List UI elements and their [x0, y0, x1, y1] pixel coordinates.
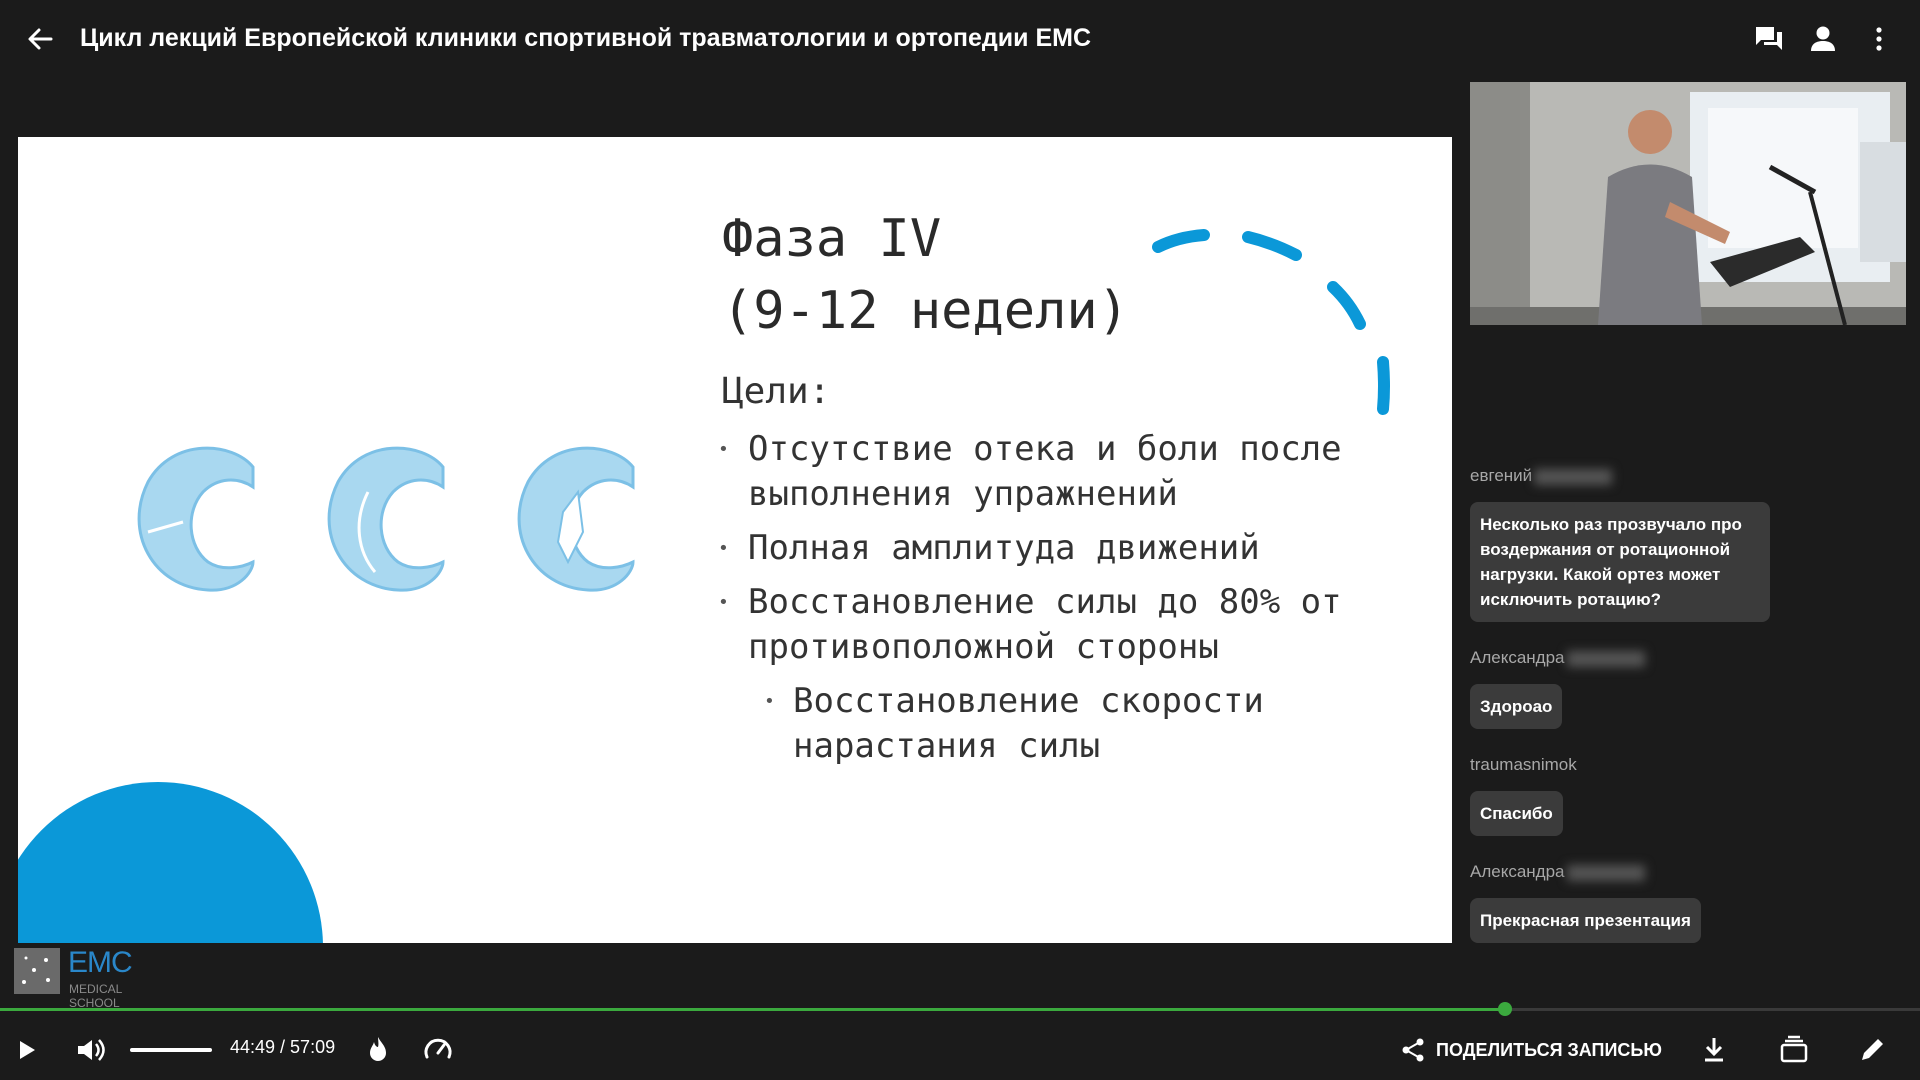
slide-title: Фаза IV (9-12 недели) [722, 209, 1129, 341]
page-title: Цикл лекций Европейской клиники спортивн… [80, 24, 1091, 52]
slide-goals-label: Цели: [722, 371, 831, 412]
share-label: ПОДЕЛИТЬСЯ ЗАПИСЬЮ [1436, 1039, 1662, 1060]
chat-author-name: евгений [1470, 466, 1533, 485]
chat-panel: евгений Несколько раз прозвучало про воз… [1470, 466, 1890, 969]
chat-icon[interactable] [1752, 22, 1786, 56]
chat-message: Александра Прекрасная презентация [1470, 862, 1890, 943]
participants-icon[interactable] [1806, 22, 1840, 56]
chat-author: Александра [1470, 648, 1890, 672]
chat-author: евгений [1470, 466, 1890, 490]
blurred-surname [1566, 650, 1645, 667]
emc-logo: EMC MEDICAL SCHOOL [14, 946, 174, 1010]
slide-bullet: Отсутствие отека и боли после выполнения… [718, 427, 1368, 517]
slide-sub-bullet: Восстановление скорости нарастания силы [718, 679, 1368, 769]
logo-brand: EMC [68, 946, 133, 979]
chat-author: traumasnimok [1470, 755, 1890, 779]
download-icon[interactable] [1696, 1032, 1732, 1068]
slide-bullet: Полная амплитуда движений [718, 526, 1368, 571]
seek-bar[interactable] [0, 1002, 1920, 1016]
chat-bubble: Несколько раз прозвучало про воздержания… [1470, 502, 1770, 622]
chat-bubble: Прекрасная презентация [1470, 898, 1701, 943]
blurred-surname [1534, 468, 1613, 485]
chat-bubble: Здороао [1470, 684, 1563, 729]
chat-message: traumasnimok Спасибо [1470, 755, 1890, 836]
edit-icon[interactable] [1854, 1032, 1890, 1068]
layout-icon[interactable] [1776, 1032, 1812, 1068]
more-vert-icon[interactable] [1862, 22, 1896, 56]
speaker-video[interactable] [1470, 82, 1906, 325]
volume-slider[interactable] [130, 1048, 212, 1052]
meniscus-illustration [137, 446, 635, 592]
fire-icon[interactable] [360, 1032, 396, 1068]
logo-emblem [14, 948, 60, 994]
blurred-surname [1566, 864, 1645, 881]
volume-icon[interactable] [72, 1032, 108, 1068]
slide-bullet-list: Отсутствие отека и боли после выполнения… [718, 427, 1368, 778]
play-icon[interactable] [8, 1032, 44, 1068]
chat-author: Александра [1470, 862, 1890, 886]
presentation-slide: Фаза IV (9-12 недели) Цели: Отсутствие о… [18, 137, 1452, 943]
chat-message: евгений Несколько раз прозвучало про воз… [1470, 466, 1890, 622]
share-icon [1402, 1038, 1424, 1062]
share-recording-button[interactable]: ПОДЕЛИТЬСЯ ЗАПИСЬЮ [1400, 1034, 1662, 1066]
logo-subtitle: MEDICAL SCHOOL [69, 982, 122, 1010]
slide-bullet: Восстановление силы до 80% от противопол… [718, 580, 1368, 670]
chat-author-name: Александра [1470, 862, 1565, 881]
decorative-blue-circle [18, 782, 323, 943]
seek-bar-handle[interactable] [1498, 1002, 1513, 1016]
player-controls: 44:49 / 57:09 ПОДЕЛИТЬСЯ ЗАПИСЬЮ [0, 1020, 1920, 1080]
chat-message: Александра Здороао [1470, 648, 1890, 729]
chat-bubble: Спасибо [1470, 791, 1563, 836]
chat-author-name: traumasnimok [1470, 755, 1577, 774]
back-arrow-icon[interactable] [24, 23, 56, 55]
seek-bar-played [0, 1008, 1506, 1011]
speed-icon[interactable] [420, 1032, 456, 1068]
top-bar: Цикл лекций Европейской клиники спортивн… [0, 0, 1920, 78]
chat-author-name: Александра [1470, 648, 1565, 667]
time-display: 44:49 / 57:09 [230, 1037, 336, 1057]
